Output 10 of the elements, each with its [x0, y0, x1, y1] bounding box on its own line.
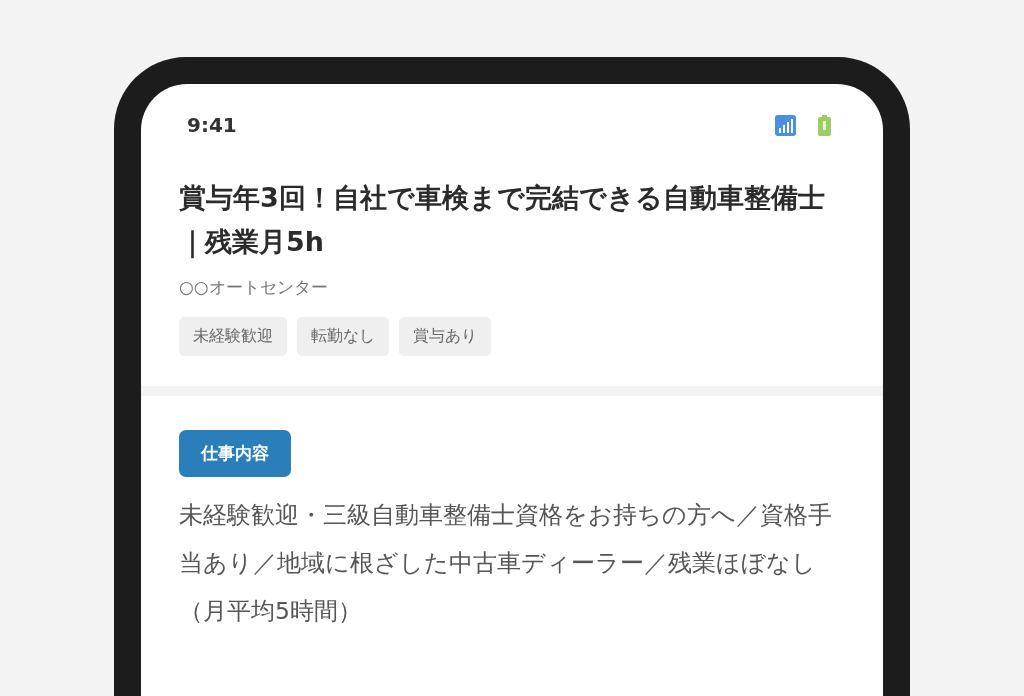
company-name: ○○オートセンター: [179, 276, 329, 299]
job-tag: 転勤なし: [297, 317, 389, 356]
job-tag: 未経験歓迎: [179, 317, 287, 356]
job-title: 賞与年3回！自社で車検まで完結できる自動車整備士｜残業月5h: [179, 181, 826, 261]
job-tag: 賞与あり: [399, 317, 491, 356]
section-heading: 仕事内容: [179, 430, 291, 477]
job-description: 未経験歓迎・三級自動車整備士資格をお持ちの方へ／資格手当あり／地域に根ざした中古車ディーラー／残業ほぼなし（月平均5時間）: [179, 500, 833, 627]
signal-icon: [775, 114, 796, 136]
battery-icon: [818, 114, 831, 136]
status-time: 9:41: [187, 113, 238, 137]
